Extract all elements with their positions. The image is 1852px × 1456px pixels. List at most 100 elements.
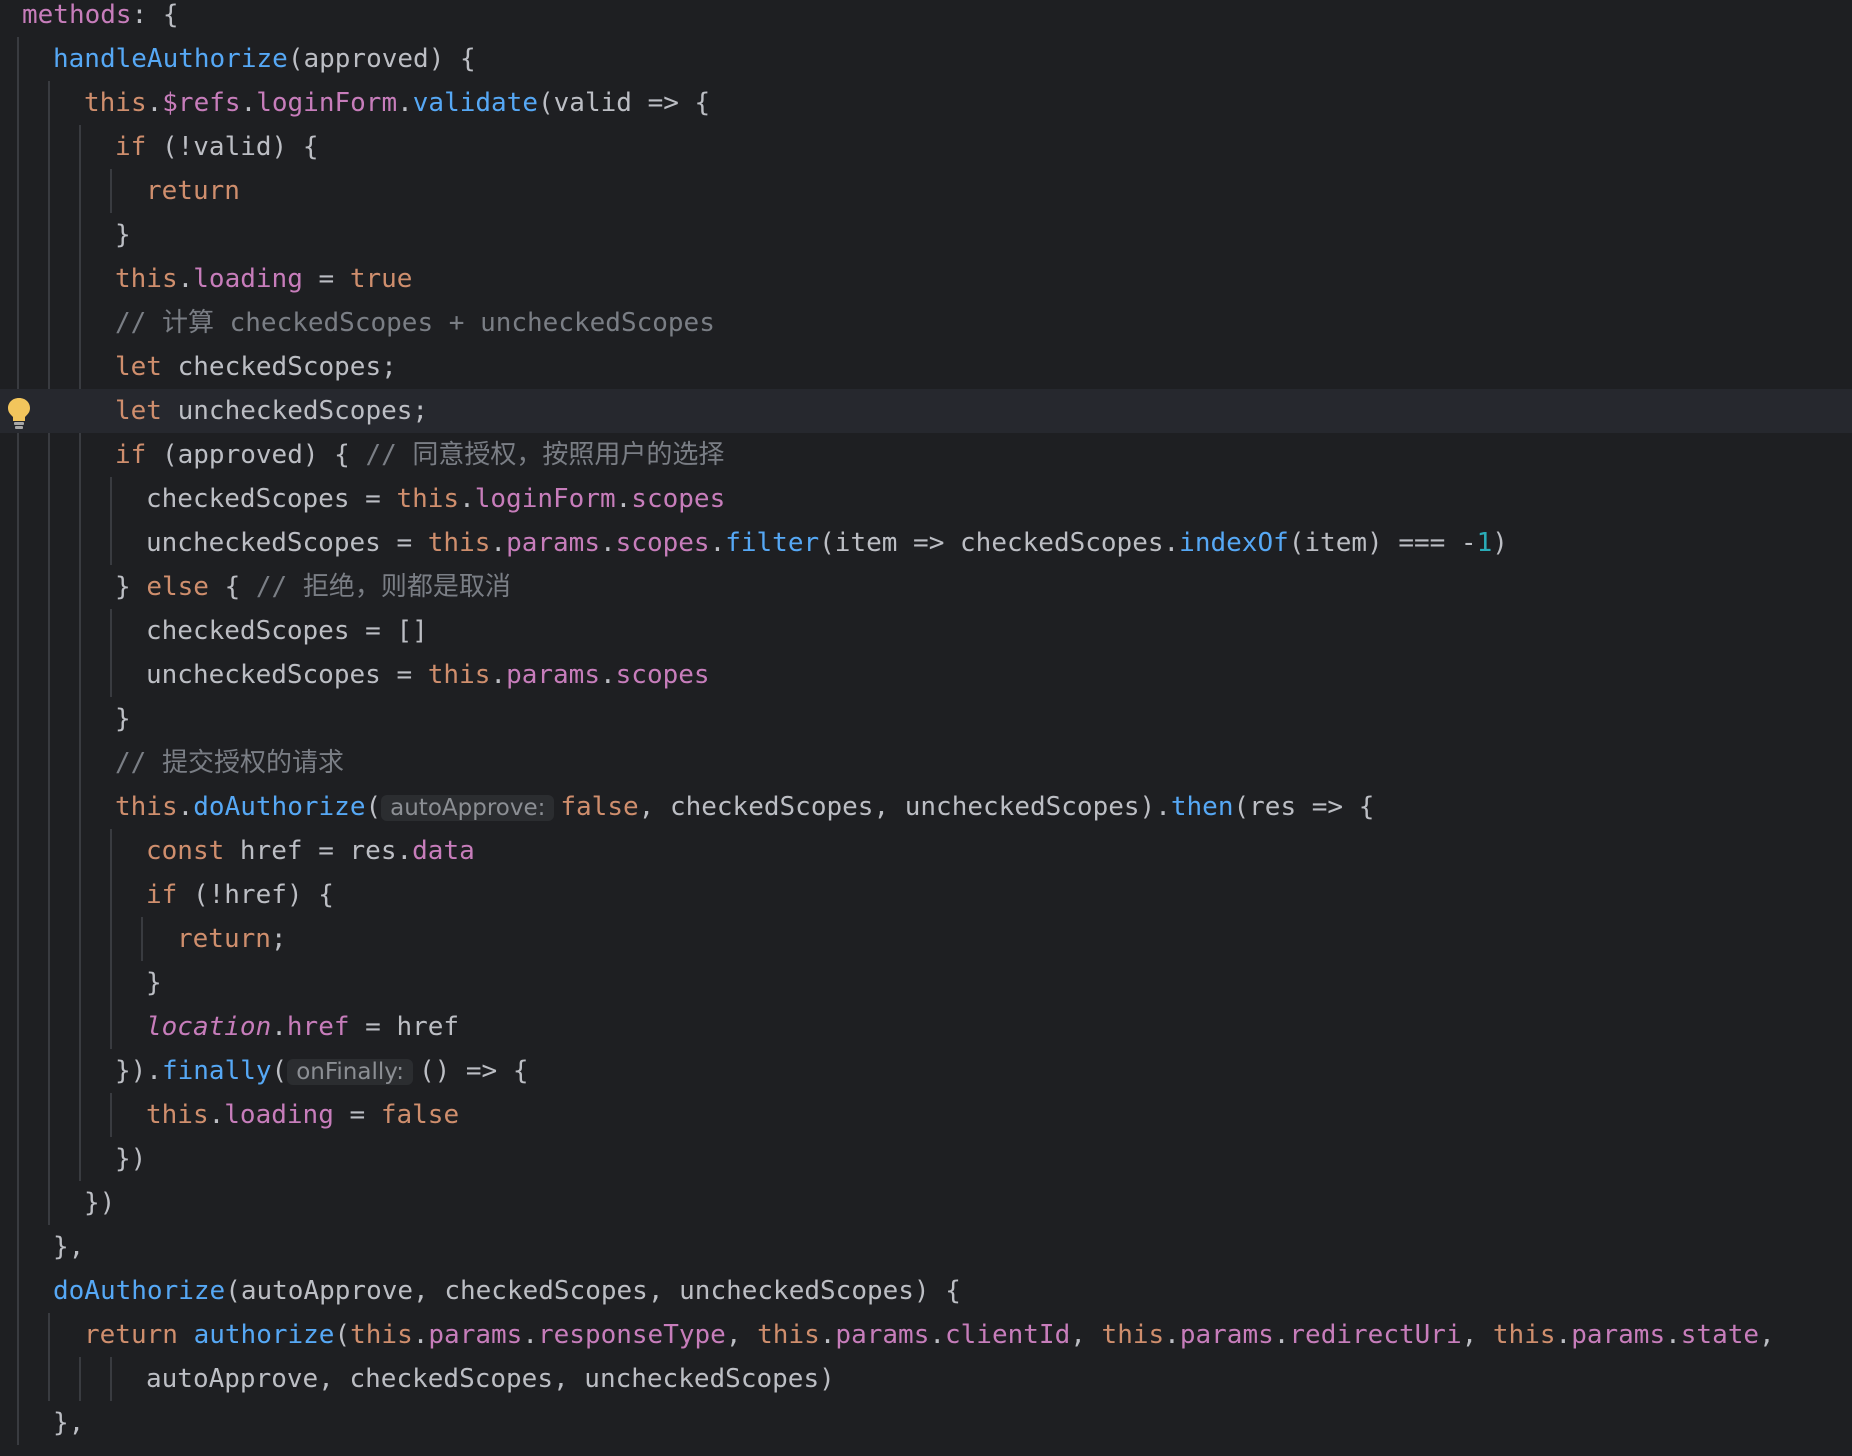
comment: // 拒绝，则都是取消 <box>255 572 511 602</box>
punctuation: }, <box>53 1408 85 1438</box>
property: scopes <box>615 528 710 558</box>
punctuation: (!valid) { <box>146 132 319 162</box>
punctuation: . <box>819 1320 836 1350</box>
punctuation <box>178 1320 194 1350</box>
code-line[interactable]: // 计算 checkedScopes + uncheckedScopes <box>0 301 1852 345</box>
code-line[interactable]: if (!valid) { <box>0 125 1852 169</box>
punctuation: . <box>599 528 616 558</box>
code-line[interactable]: const href = res.data <box>0 829 1852 873</box>
code-line[interactable]: autoApprove, checkedScopes, uncheckedSco… <box>0 1357 1852 1401</box>
code-line[interactable]: this.$refs.loginForm.validate(valid => { <box>0 81 1852 125</box>
code-text: checkedScopes = this.loginForm.scopes <box>146 477 725 521</box>
code-text: location.href = href <box>146 1005 459 1049</box>
punctuation: . <box>146 88 163 118</box>
code-line[interactable]: checkedScopes = [] <box>0 609 1852 653</box>
code-line[interactable]: if (approved) { // 同意授权，按照用户的选择 <box>0 433 1852 477</box>
code-line[interactable]: doAuthorize(autoApprove, checkedScopes, … <box>0 1269 1852 1313</box>
code-text: } else { // 拒绝，则都是取消 <box>115 565 511 609</box>
keyword: return <box>177 924 271 954</box>
code-text: }).finally(onFinally:() => { <box>115 1049 529 1094</box>
punctuation: }) <box>84 1188 116 1218</box>
keyword: let <box>115 352 162 382</box>
code-line[interactable]: checkedScopes = this.loginForm.scopes <box>0 477 1852 521</box>
punctuation: , <box>1461 1320 1493 1350</box>
punctuation: ) <box>1492 528 1508 558</box>
punctuation: }) <box>115 1144 147 1174</box>
property: scopes <box>615 660 710 690</box>
code-line[interactable]: } <box>0 697 1852 741</box>
code-line[interactable]: if (!href) { <box>0 873 1852 917</box>
code-line[interactable]: return authorize(this.params.responseTyp… <box>0 1313 1852 1357</box>
code-line[interactable]: return <box>0 169 1852 213</box>
keyword: this <box>757 1320 820 1350</box>
code-line[interactable]: this.loading = false <box>0 1093 1852 1137</box>
keyword: if <box>146 880 178 910</box>
identifier: uncheckedScopes; <box>161 396 429 426</box>
code-text: this.loading = true <box>115 257 412 301</box>
punctuation: . <box>240 88 257 118</box>
property: loading <box>224 1100 334 1130</box>
code-text: return; <box>177 917 287 961</box>
code-editor[interactable]: methods: {handleAuthorize(approved) {thi… <box>0 0 1852 1456</box>
global-identifier: location <box>146 1012 272 1042</box>
code-line[interactable]: } else { // 拒绝，则都是取消 <box>0 565 1852 609</box>
lightbulb-icon[interactable] <box>5 396 33 430</box>
code-line[interactable]: }) <box>0 1137 1852 1181</box>
property: state <box>1680 1320 1760 1350</box>
code-line[interactable]: return; <box>0 917 1852 961</box>
punctuation: } <box>146 968 162 998</box>
function-name: filter <box>725 528 820 558</box>
property: params <box>506 660 600 690</box>
punctuation: } <box>115 220 131 250</box>
keyword: return <box>84 1320 178 1350</box>
code-text: return authorize(this.params.responseTyp… <box>84 1313 1775 1357</box>
keyword: false <box>380 1100 460 1130</box>
property: loginForm <box>256 88 398 118</box>
code-line[interactable]: location.href = href <box>0 1005 1852 1049</box>
punctuation: = <box>349 484 397 514</box>
code-line[interactable]: } <box>0 961 1852 1005</box>
keyword: true <box>349 264 413 294</box>
code-line[interactable]: this.doAuthorize(autoApprove: false, chec… <box>0 785 1852 829</box>
keyword: this <box>427 660 491 690</box>
punctuation: ; <box>270 924 287 954</box>
punctuation: = <box>380 660 428 690</box>
keyword: this <box>115 264 178 294</box>
punctuation: (item) === - <box>1288 528 1477 558</box>
punctuation: . <box>177 264 194 294</box>
punctuation: (!href) { <box>177 880 334 910</box>
punctuation: ( <box>334 1320 351 1350</box>
punctuation: . <box>271 1012 287 1042</box>
code-line[interactable]: let checkedScopes; <box>0 345 1852 389</box>
identifier: uncheckedScopes <box>146 660 381 690</box>
property: loginForm <box>474 484 616 514</box>
punctuation: , <box>1070 1320 1102 1350</box>
code-line[interactable]: // 提交授权的请求 <box>0 741 1852 785</box>
punctuation: = <box>380 528 428 558</box>
code-text: autoApprove, checkedScopes, uncheckedSco… <box>146 1357 835 1401</box>
code-line[interactable]: methods: { <box>0 0 1852 37</box>
code-line[interactable]: }, <box>0 1225 1852 1269</box>
code-line[interactable]: handleAuthorize(approved) { <box>0 37 1852 81</box>
code-text: this.loading = false <box>146 1093 459 1137</box>
identifier: checkedScopes; <box>161 352 397 382</box>
keyword: this <box>115 792 178 822</box>
code-line-current[interactable]: let uncheckedScopes; <box>0 389 1852 433</box>
code-line[interactable]: }, <box>0 1401 1852 1445</box>
code-line[interactable]: uncheckedScopes = this.params.scopes.fil… <box>0 521 1852 565</box>
property: loading <box>193 264 303 294</box>
code-text: }) <box>84 1181 115 1225</box>
keyword: this <box>427 528 491 558</box>
number-literal: 1 <box>1476 528 1493 558</box>
punctuation: . <box>615 484 632 514</box>
code-text: uncheckedScopes = this.params.scopes <box>146 653 710 697</box>
code-line[interactable]: }) <box>0 1181 1852 1225</box>
punctuation: (res => { <box>1233 792 1375 822</box>
keyword: let <box>115 396 162 426</box>
code-line[interactable]: uncheckedScopes = this.params.scopes <box>0 653 1852 697</box>
code-line[interactable]: this.loading = true <box>0 257 1852 301</box>
code-line[interactable]: } <box>0 213 1852 257</box>
code-text: this.doAuthorize(autoApprove: false, chec… <box>115 785 1374 830</box>
code-text: let uncheckedScopes; <box>115 389 428 433</box>
code-line[interactable]: }).finally(onFinally:() => { <box>0 1049 1852 1093</box>
